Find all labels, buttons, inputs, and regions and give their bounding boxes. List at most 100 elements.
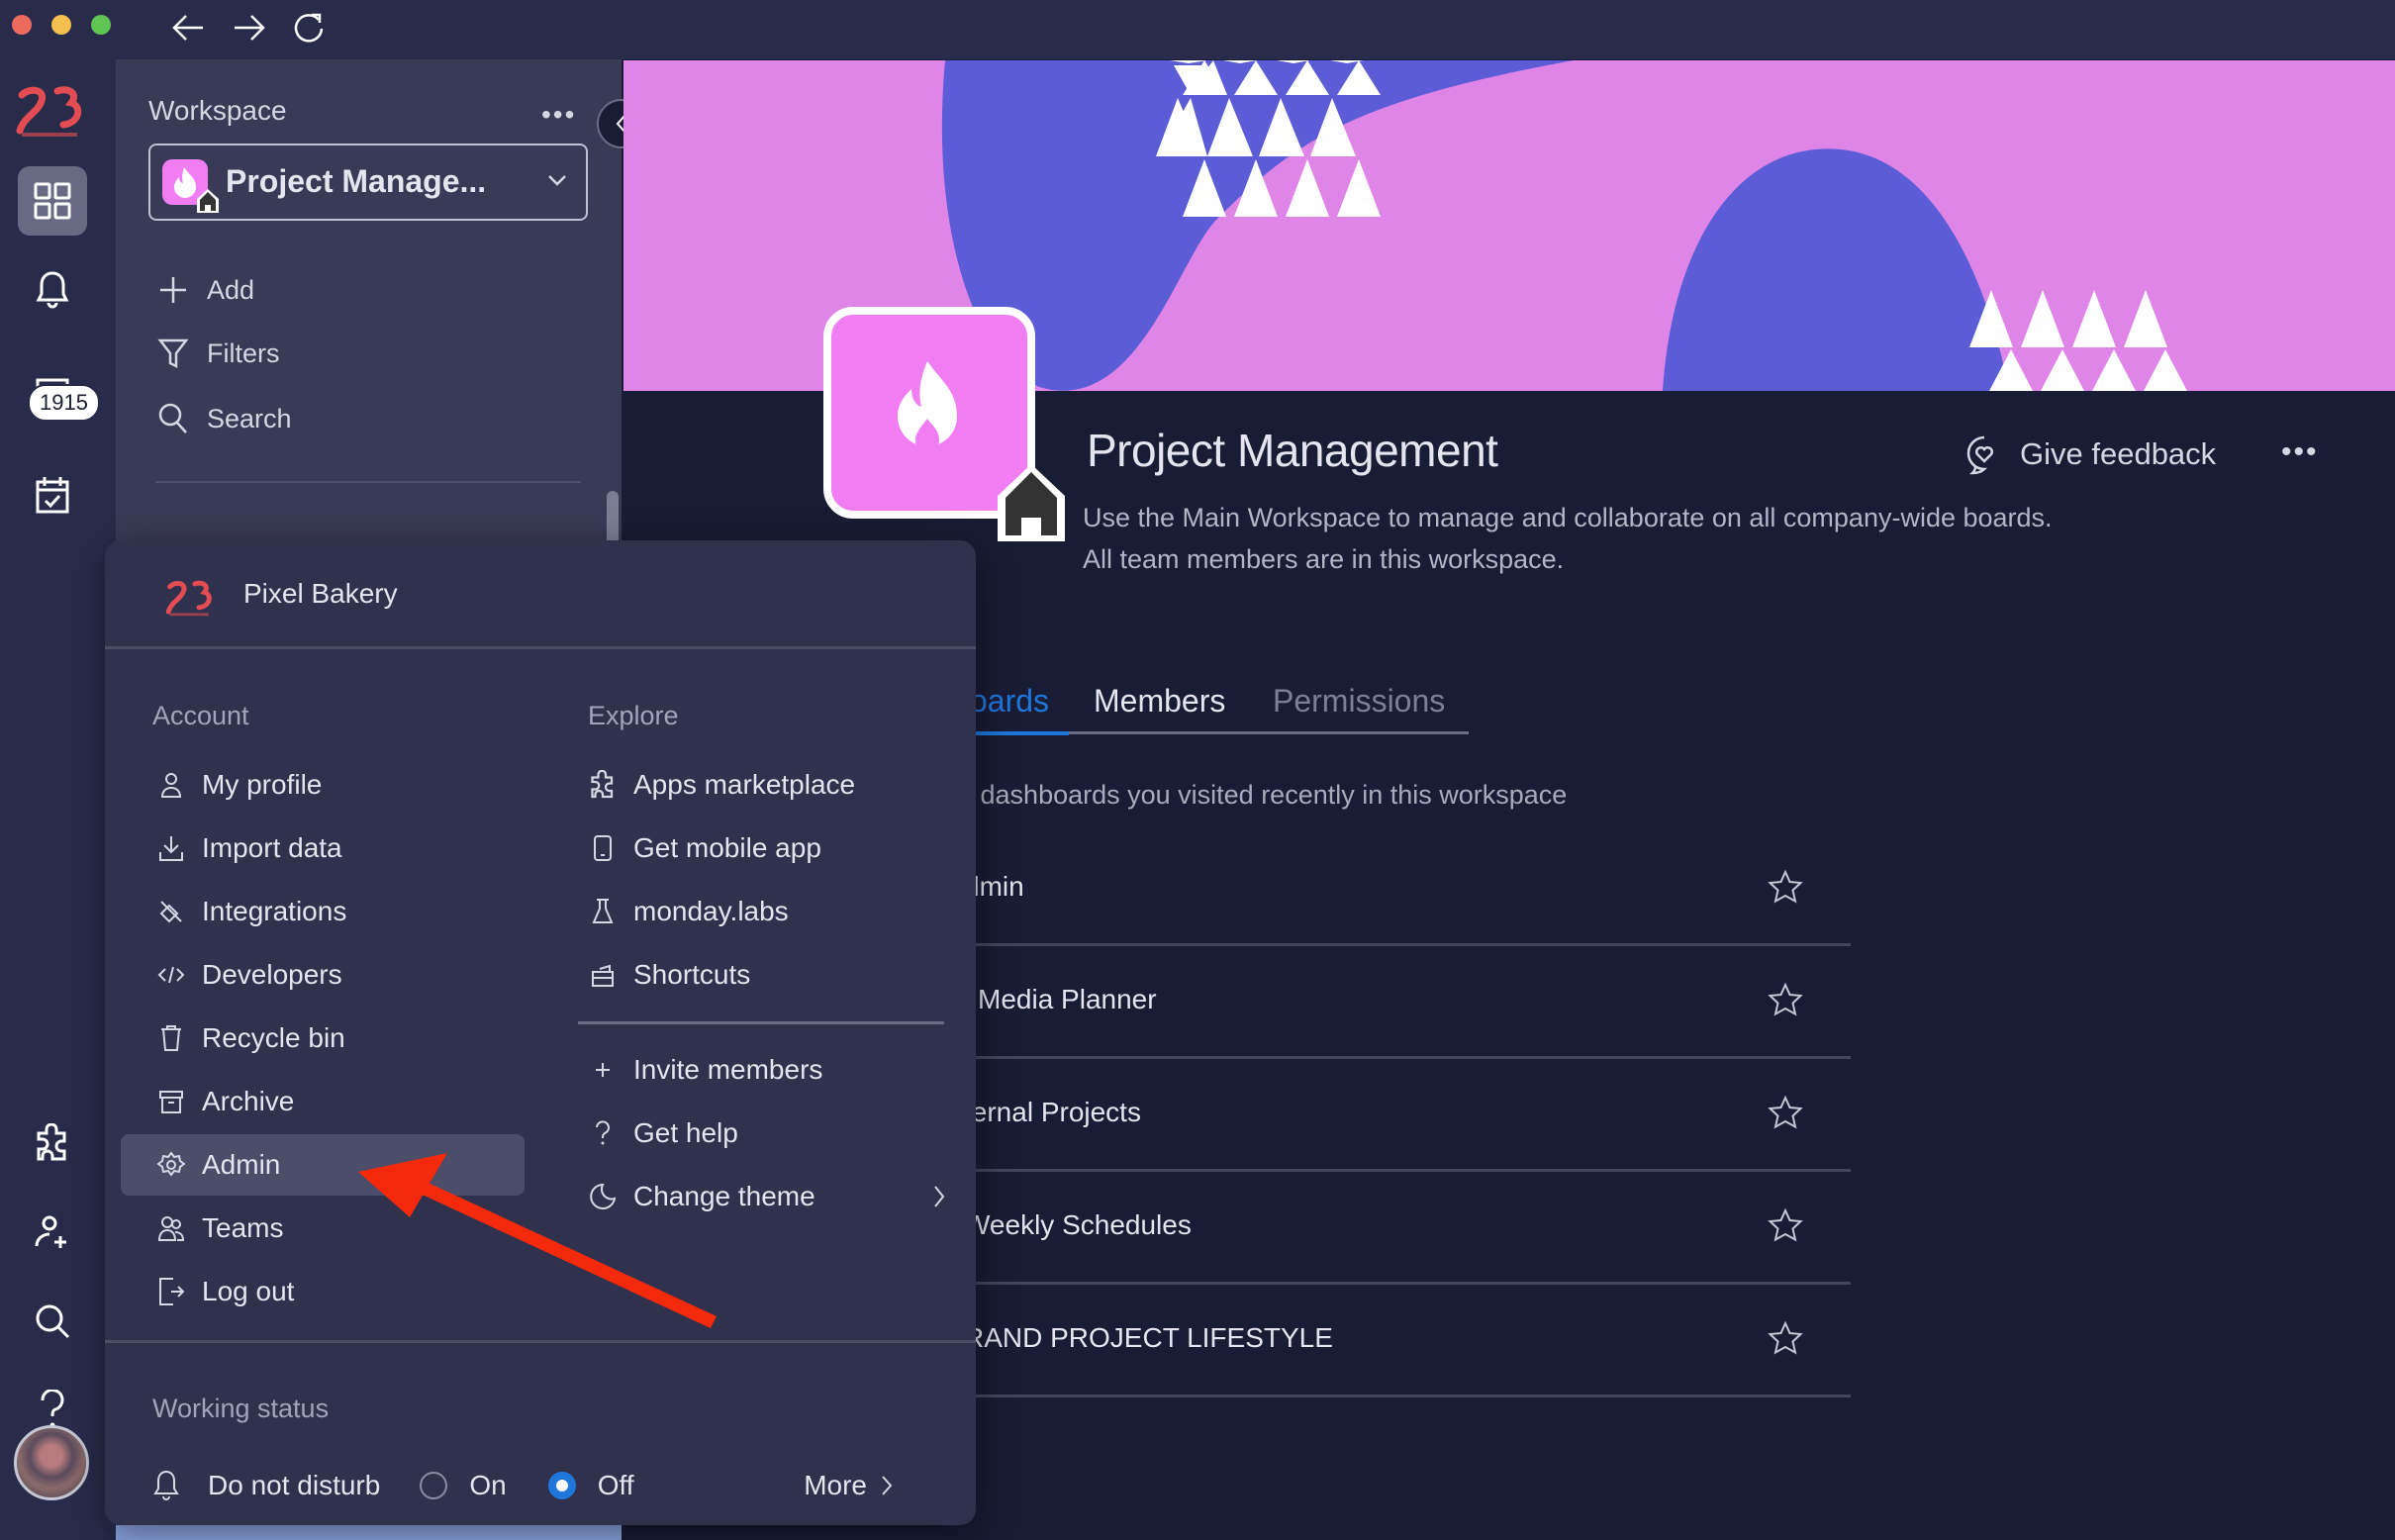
menu-item-label: Developers [202, 959, 342, 990]
rail-my-work-button[interactable] [18, 460, 87, 529]
menu-item-shortcuts[interactable]: Shortcuts [588, 944, 964, 1006]
star-icon[interactable] [1768, 982, 1803, 1017]
board-row[interactable]: l Media Planner [950, 946, 1851, 1059]
back-button[interactable] [168, 8, 208, 48]
plus-icon [588, 1055, 618, 1085]
page-title: Project Management [1087, 425, 1498, 476]
star-icon[interactable] [1768, 1207, 1803, 1243]
add-user-icon [35, 1215, 66, 1248]
workspace-search-label: Search [207, 403, 292, 433]
pixel-bakery-logo-icon [16, 86, 82, 137]
menu-item-integrations[interactable]: Integrations [141, 881, 544, 942]
menu-item-label: Get help [633, 1117, 738, 1148]
working-status-title: Working status [152, 1394, 330, 1423]
rail-workspaces-button[interactable] [18, 166, 87, 236]
board-row[interactable]: dmin [950, 833, 1851, 946]
board-row[interactable]: ternal Projects [950, 1059, 1851, 1172]
arrow-right-icon [235, 15, 265, 41]
question-icon [588, 1118, 618, 1148]
org-name: Pixel Bakery [243, 578, 398, 609]
menu-item-apps-marketplace[interactable]: Apps marketplace [588, 754, 964, 816]
workspace-filters-button[interactable]: Filters [157, 329, 280, 378]
working-status-more-button[interactable]: More [804, 1470, 893, 1501]
board-name: l Media Planner [964, 984, 1157, 1014]
code-icon [156, 960, 186, 990]
dnd-on-label: On [469, 1470, 507, 1500]
window-minimize-button[interactable] [51, 15, 71, 35]
menu-item-label: Get mobile app [633, 832, 821, 863]
dnd-on-radio[interactable] [420, 1472, 448, 1499]
home-badge-icon [990, 460, 1073, 543]
do-not-disturb-row: Do not disturb On Off More [152, 1461, 944, 1510]
page-more-button[interactable]: ••• [2281, 435, 2319, 469]
menu-item-invite-members[interactable]: Invite members [588, 1039, 964, 1101]
puzzle-icon [588, 770, 618, 800]
menu-item-recycle-bin[interactable]: Recycle bin [141, 1008, 544, 1069]
menu-item-label: Invite members [633, 1054, 823, 1085]
board-row[interactable]: Weekly Schedules [950, 1172, 1851, 1285]
window-titlebar [0, 0, 2395, 59]
calendar-check-icon [36, 477, 69, 514]
star-icon[interactable] [1768, 869, 1803, 905]
board-name: RAND PROJECT LIFESTYLE [964, 1322, 1333, 1353]
logout-icon [156, 1277, 186, 1306]
forward-button[interactable] [230, 8, 269, 48]
menu-item-label: Admin [202, 1149, 281, 1180]
puzzle-icon [37, 1123, 66, 1161]
give-feedback-button[interactable]: Give feedback [1964, 433, 2216, 475]
org-logo[interactable] [14, 81, 93, 141]
menu-footer-divider [105, 1340, 976, 1343]
menu-item-archive[interactable]: Archive [141, 1071, 544, 1132]
left-rail: 1915 [0, 59, 116, 1540]
account-menu-header: Pixel Bakery [105, 540, 976, 649]
menu-item-my-profile[interactable]: My profile [141, 754, 544, 816]
flask-icon [588, 897, 618, 926]
tab-boards[interactable]: oards [970, 683, 1049, 720]
flame-icon [898, 361, 957, 452]
download-icon [156, 833, 186, 863]
user-avatar[interactable] [14, 1425, 89, 1500]
workspace-selector-dropdown[interactable]: Project Manage... [148, 144, 588, 221]
workspace-add-button[interactable]: Add [157, 265, 254, 315]
workspace-more-button[interactable]: ••• [541, 99, 576, 131]
rail-apps-button[interactable] [18, 1108, 87, 1178]
workspace-search-button[interactable]: Search [157, 394, 292, 443]
workspace-panel-image [116, 1525, 622, 1540]
board-name: Weekly Schedules [964, 1209, 1192, 1240]
menu-item-label: Archive [202, 1086, 295, 1116]
reload-button[interactable] [289, 8, 329, 48]
window-close-button[interactable] [12, 15, 32, 35]
workspace-divider [155, 481, 581, 483]
dnd-off-radio[interactable] [547, 1472, 576, 1499]
explore-section-title: Explore [588, 701, 679, 730]
annotation-arrow [336, 1148, 732, 1336]
star-icon[interactable] [1768, 1320, 1803, 1356]
page-description: Use the Main Workspace to manage and col… [1083, 503, 2053, 532]
plus-icon [160, 277, 186, 303]
recent-boards-description: d dashboards you visited recently in thi… [958, 780, 1568, 810]
menu-item-label: My profile [202, 769, 323, 800]
tab-members[interactable]: Members [1094, 683, 1225, 720]
star-icon[interactable] [1768, 1095, 1803, 1130]
window-maximize-button[interactable] [91, 15, 111, 35]
user-icon [156, 770, 186, 800]
menu-item-developers[interactable]: Developers [141, 944, 544, 1006]
tab-permissions[interactable]: Permissions [1273, 683, 1445, 720]
menu-item-label: Integrations [202, 896, 347, 926]
filter-icon [157, 338, 189, 369]
menu-item-monday-labs[interactable]: monday.labs [588, 881, 964, 942]
grid-icon [34, 182, 71, 220]
chevron-right-icon [932, 1184, 946, 1209]
rail-invite-button[interactable] [18, 1198, 87, 1267]
workspace-panel-title: Workspace [148, 95, 287, 126]
search-icon [158, 403, 187, 433]
reload-icon [294, 13, 324, 43]
menu-item-get-mobile-app[interactable]: Get mobile app [588, 818, 964, 879]
menu-item-label: Shortcuts [633, 959, 751, 990]
rail-notifications-button[interactable] [18, 255, 87, 325]
menu-item-import-data[interactable]: Import data [141, 818, 544, 879]
board-row[interactable]: RAND PROJECT LIFESTYLE [950, 1285, 1851, 1397]
bell-icon [36, 271, 69, 309]
trash-icon [156, 1023, 186, 1053]
rail-search-button[interactable] [18, 1287, 87, 1356]
